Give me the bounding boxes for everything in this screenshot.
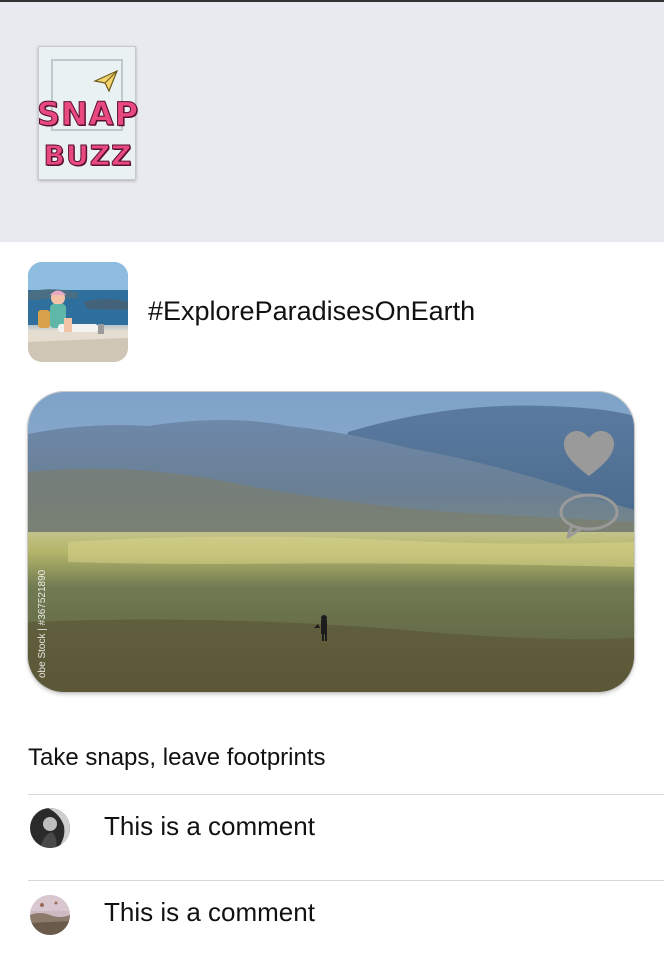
author-avatar[interactable] (28, 262, 128, 362)
comment-row[interactable]: This is a comment (0, 795, 664, 875)
like-button[interactable] (562, 430, 616, 480)
comment-row[interactable]: This is a comment (0, 881, 664, 961)
speech-bubble-icon (559, 493, 619, 539)
logo-text-snap: SNAP (36, 95, 140, 134)
snapbuzz-logo[interactable]: SNAP BUZZ (36, 46, 139, 180)
paper-plane-icon (93, 69, 119, 93)
comment-avatar[interactable] (30, 895, 70, 935)
comment-text: This is a comment (104, 897, 315, 927)
post-photo[interactable]: obe Stock | #367521890 (28, 392, 634, 692)
comment-avatar[interactable] (30, 808, 70, 848)
app-header: SNAP BUZZ (0, 0, 664, 242)
logo-text-buzz: BUZZ (43, 139, 133, 173)
comment-button[interactable] (558, 492, 620, 542)
heart-icon (564, 431, 614, 476)
comment-text: This is a comment (104, 811, 315, 841)
post-header: #ExploreParadisesOnEarth (0, 242, 664, 382)
post-caption: Take snaps, leave footprints (28, 744, 326, 771)
post-hashtag[interactable]: #ExploreParadisesOnEarth (148, 296, 475, 327)
photo-watermark: obe Stock | #367521890 (37, 569, 48, 678)
